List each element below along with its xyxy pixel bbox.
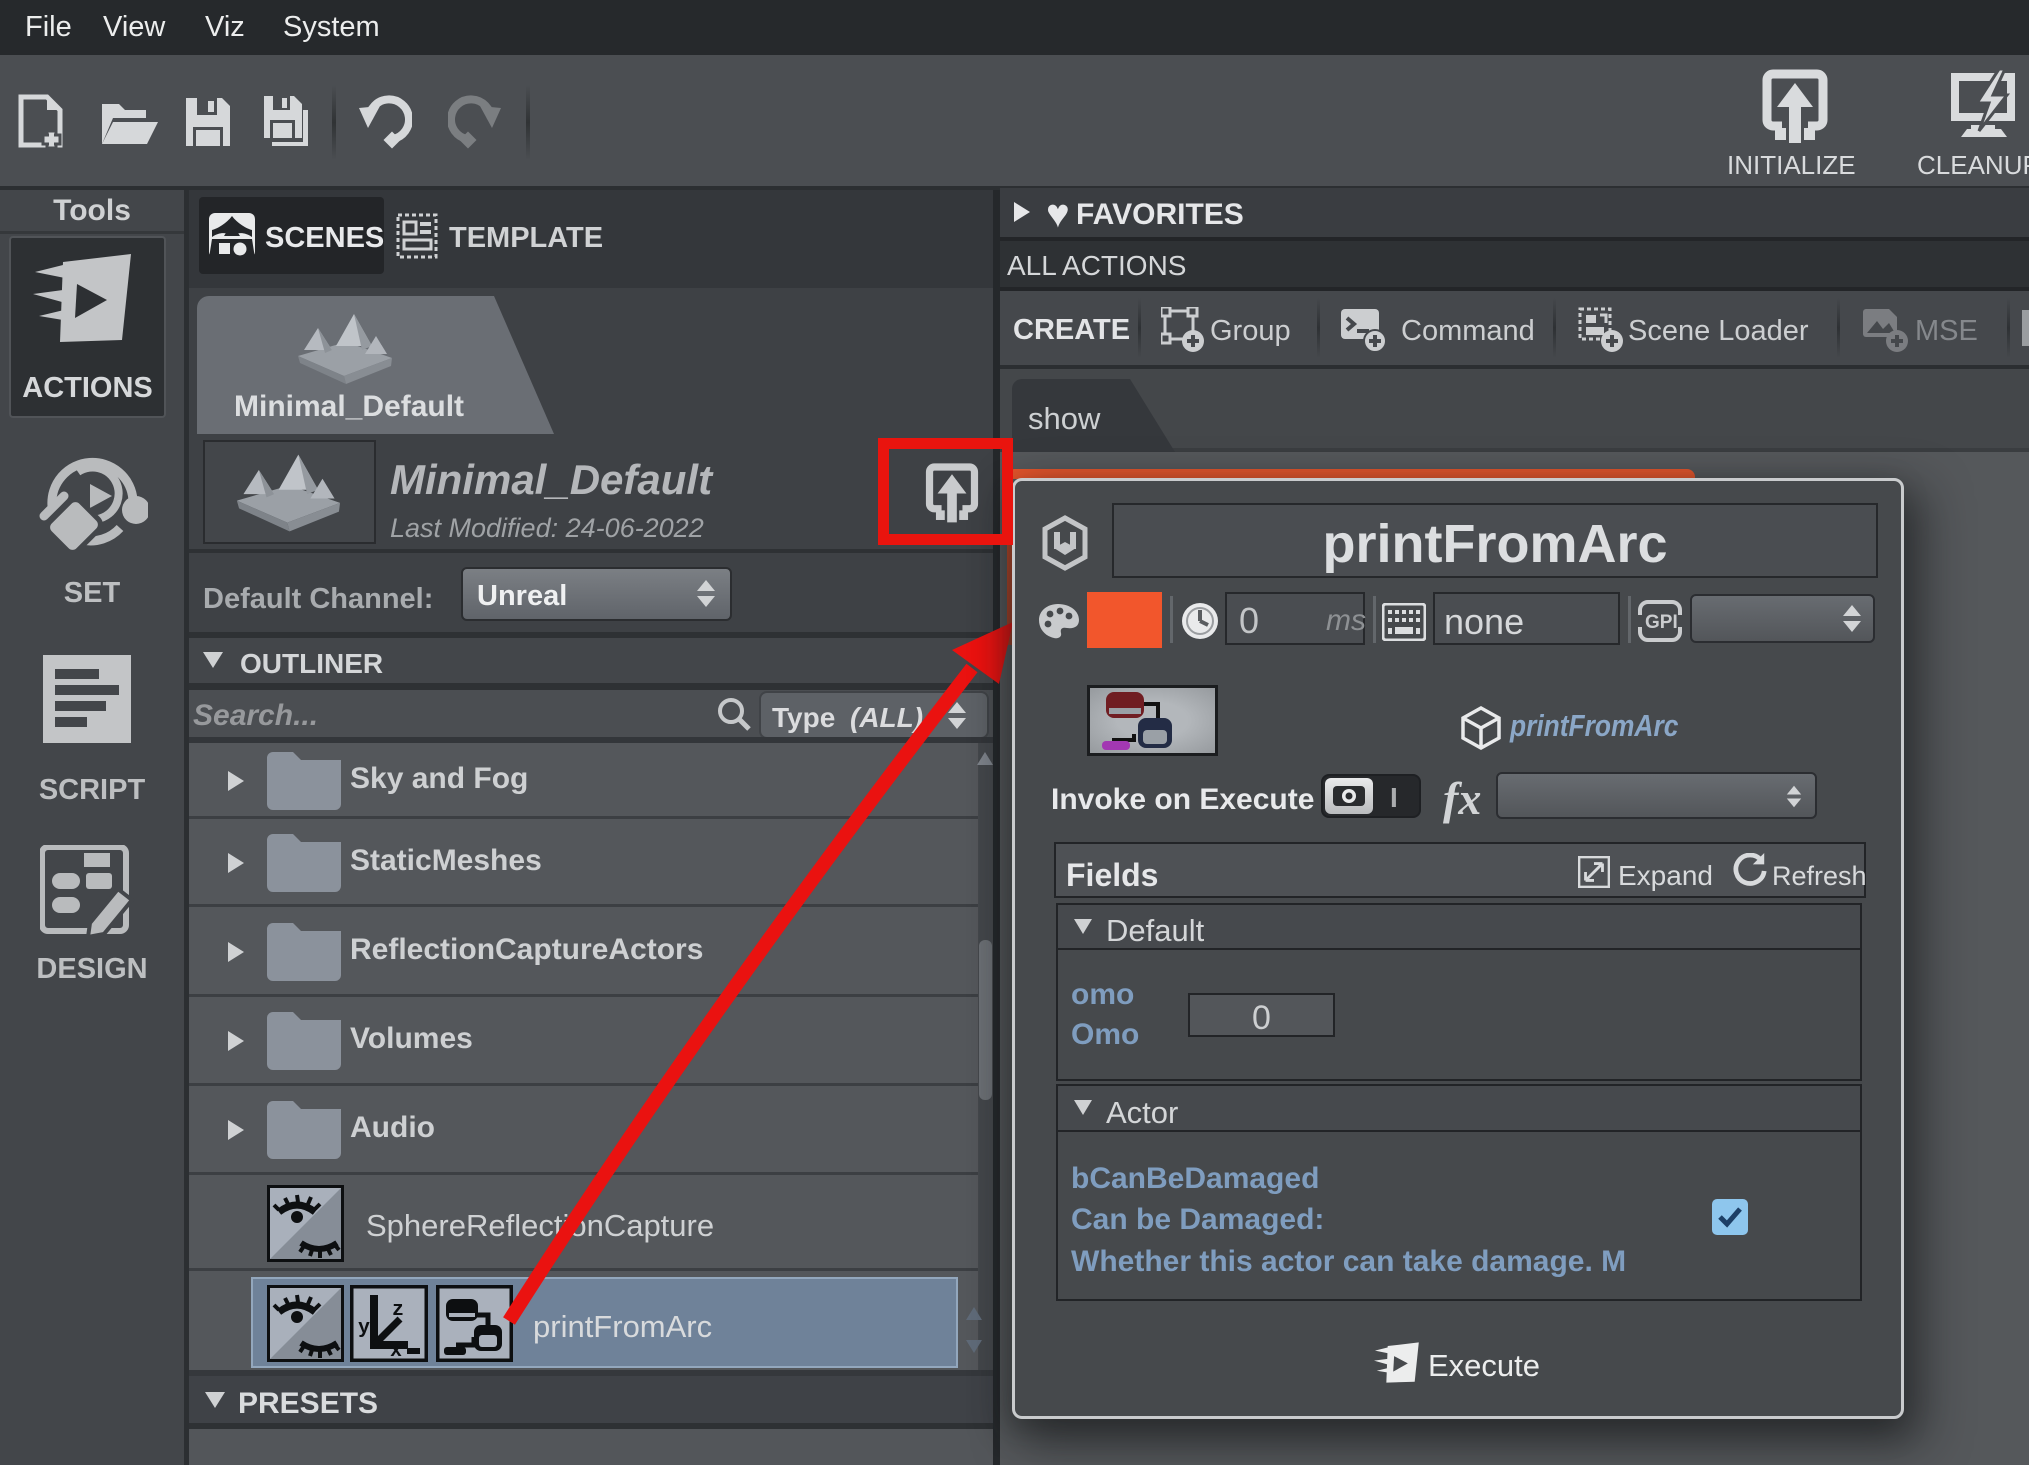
svg-text:GPI: GPI [1645, 612, 1678, 633]
